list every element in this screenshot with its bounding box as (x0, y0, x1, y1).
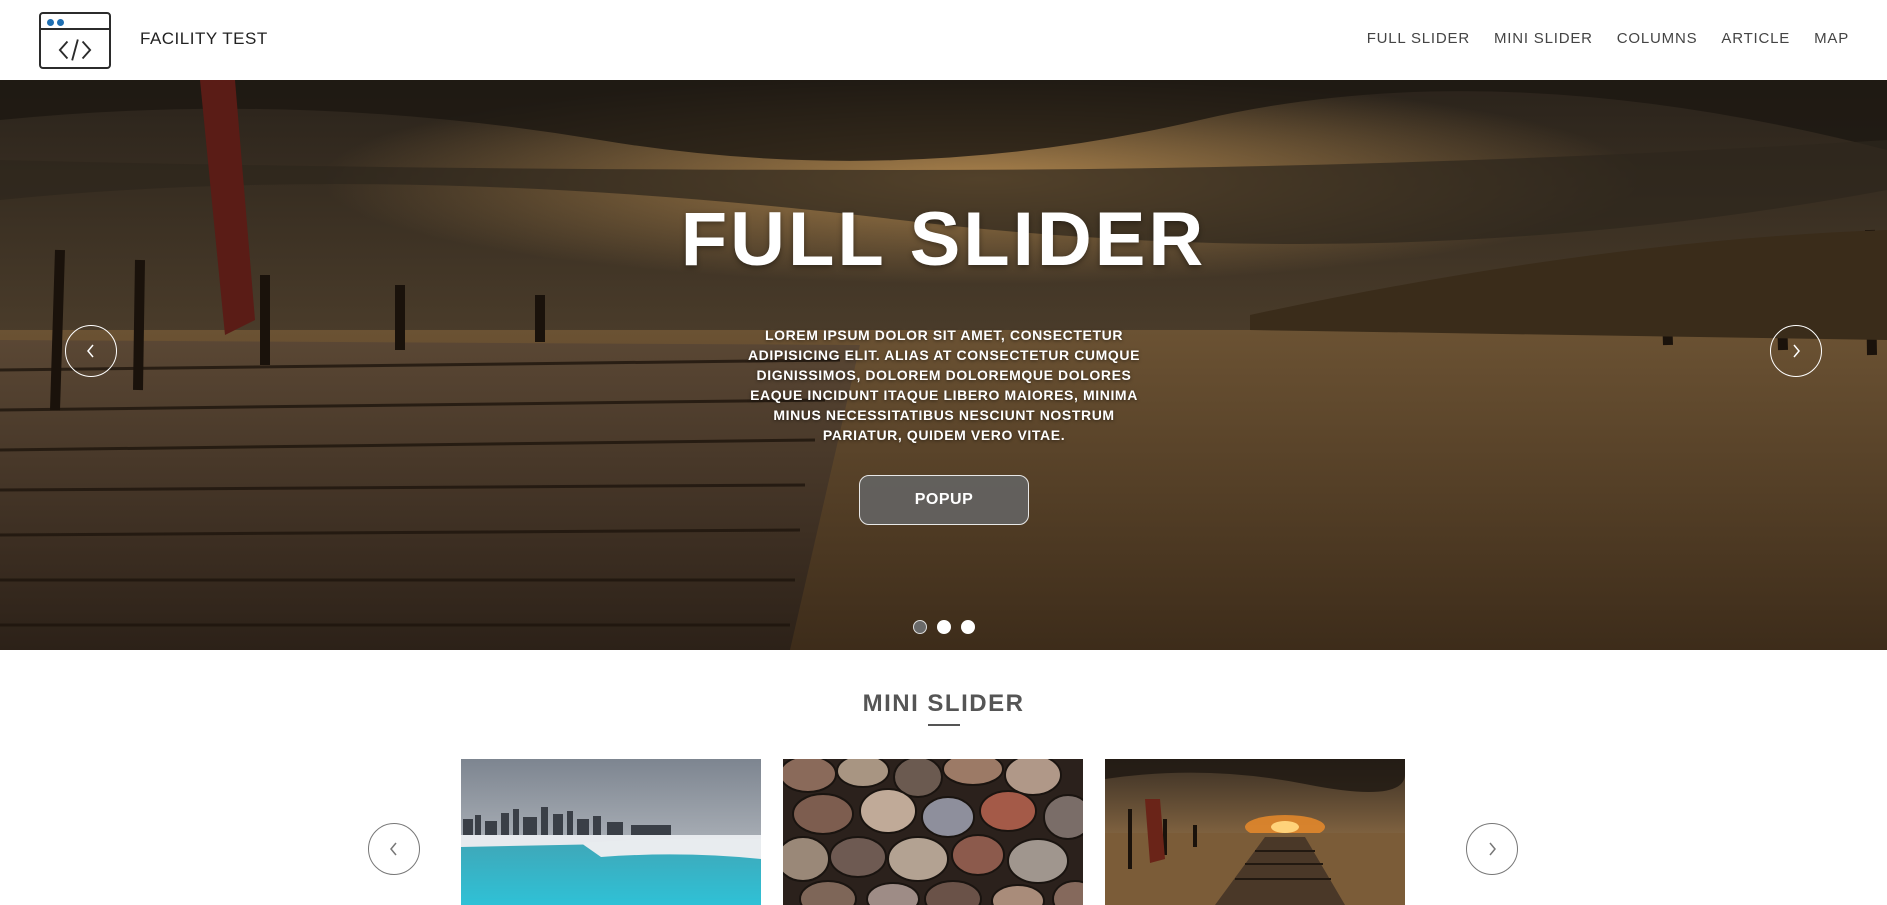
main-nav: FULL SLIDER MINI SLIDER COLUMNS ARTICLE … (1367, 30, 1849, 47)
logo-icon[interactable] (39, 12, 111, 69)
hero-description: LOREM IPSUM DOLOR SIT AMET, CONSECTETUR … (747, 327, 1141, 443)
hero-pagination (913, 620, 975, 634)
mini-slide-beach[interactable] (1105, 759, 1405, 905)
logo-dot (47, 19, 54, 26)
mini-next-button[interactable] (1466, 823, 1518, 875)
pebbles-image (783, 759, 1083, 905)
nav-map[interactable]: MAP (1814, 30, 1849, 47)
nav-columns[interactable]: COLUMNS (1617, 30, 1698, 47)
nav-full-slider[interactable]: FULL SLIDER (1367, 30, 1470, 47)
hero-slider: FULL SLIDER LOREM IPSUM DOLOR SIT AMET, … (0, 80, 1887, 650)
mini-slide-city[interactable] (461, 759, 761, 905)
hero-prev-button[interactable] (65, 325, 117, 377)
nav-article[interactable]: ARTICLE (1721, 30, 1790, 47)
chevron-right-icon (1489, 842, 1496, 856)
beach-sunset-image (1105, 759, 1405, 905)
mini-slider-title: MINI SLIDER (862, 690, 1025, 717)
hero-title: FULL SLIDER (680, 197, 1207, 282)
hero-next-button[interactable] (1770, 325, 1822, 377)
brand-name[interactable]: FACILITY TEST (140, 29, 268, 49)
mini-prev-button[interactable] (368, 823, 420, 875)
mini-slide-stones[interactable] (783, 759, 1083, 905)
logo-dot (57, 19, 64, 26)
chevron-right-icon (1793, 344, 1800, 358)
chevron-left-icon (87, 344, 94, 358)
code-brackets-icon (58, 39, 92, 61)
hero-dot-3[interactable] (961, 620, 975, 634)
nav-mini-slider[interactable]: MINI SLIDER (1494, 30, 1593, 47)
hero-dot-1[interactable] (913, 620, 927, 634)
hero-dot-2[interactable] (937, 620, 951, 634)
title-underline (928, 724, 960, 726)
logo-bar (41, 28, 109, 30)
chevron-left-icon (390, 842, 397, 856)
site-header: FACILITY TEST FULL SLIDER MINI SLIDER CO… (0, 0, 1887, 80)
city-lake-image (461, 759, 761, 905)
popup-button[interactable]: POPUP (859, 475, 1029, 525)
